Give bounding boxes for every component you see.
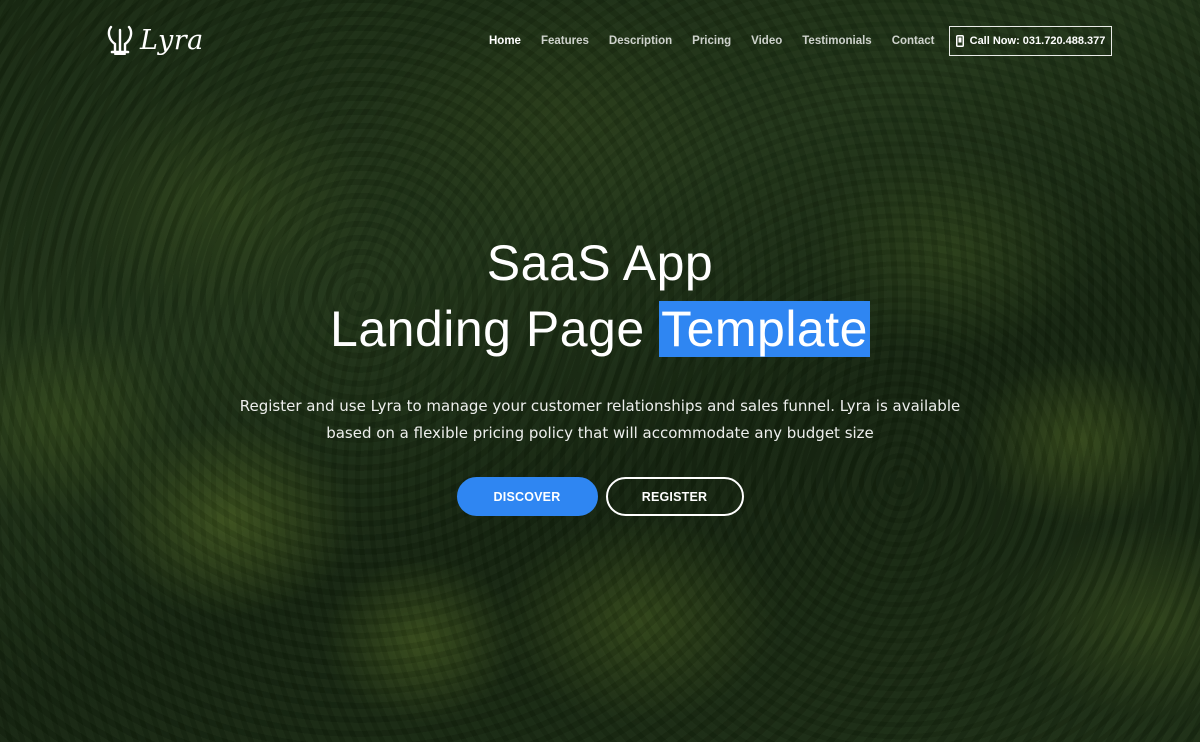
nav-item-video[interactable]: Video: [751, 33, 782, 49]
hero-content: SaaS App Landing Page Template Register …: [0, 230, 1200, 516]
nav-item-pricing[interactable]: Pricing: [692, 33, 731, 49]
hero-section: Lyra Home Features Description Pricing V…: [0, 0, 1200, 742]
brand-logo-link[interactable]: Lyra: [106, 24, 204, 56]
lyre-icon: [107, 25, 133, 55]
hero-title-line-2-text: Landing Page: [330, 301, 645, 357]
nav-menu: Home Features Description Pricing Video …: [489, 33, 955, 49]
brand-name: Lyra: [140, 24, 204, 56]
nav-item-contact[interactable]: Contact: [892, 33, 935, 49]
hero-title-line-1: SaaS App: [486, 235, 714, 291]
nav-item-home[interactable]: Home: [489, 33, 521, 49]
nav-item-description[interactable]: Description: [609, 33, 672, 49]
nav-item-testimonials[interactable]: Testimonials: [802, 33, 871, 49]
hero-subtitle: Register and use Lyra to manage your cus…: [239, 397, 961, 442]
phone-icon: [955, 35, 964, 47]
nav-item-features[interactable]: Features: [541, 33, 589, 49]
hero-title: SaaS App Landing Page Template: [0, 230, 1200, 362]
register-button[interactable]: REGISTER: [605, 477, 744, 516]
hero-title-line-2: Landing Page Template: [0, 296, 1200, 362]
call-now-label: Call Now: 031.720.488.377: [969, 35, 1106, 47]
hero-buttons: DISCOVER REGISTER: [0, 477, 1200, 516]
discover-button[interactable]: DISCOVER: [456, 477, 598, 516]
hero-title-highlight: Template: [659, 301, 870, 357]
navbar: Lyra Home Features Description Pricing V…: [0, 0, 1200, 82]
call-now-button[interactable]: Call Now: 031.720.488.377: [949, 26, 1112, 56]
